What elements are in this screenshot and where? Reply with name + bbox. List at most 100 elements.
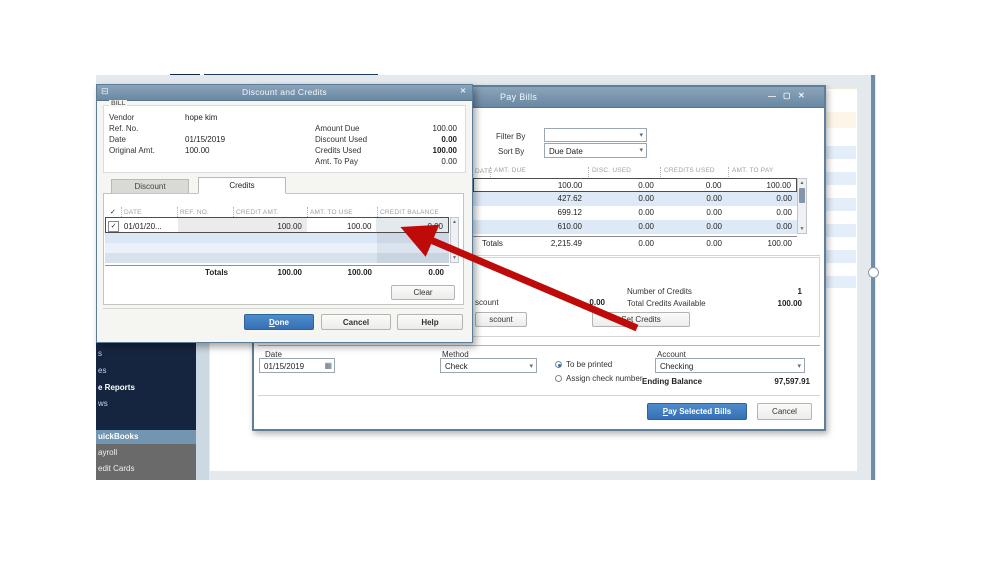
scroll-down-icon[interactable]: ▼ bbox=[451, 255, 458, 261]
totals-amt-to-use: 100.00 bbox=[347, 268, 372, 277]
resize-handle[interactable] bbox=[868, 267, 879, 278]
tab-discount[interactable]: Discount bbox=[111, 179, 189, 194]
help-button[interactable]: Help bbox=[397, 314, 463, 330]
credit-row-checkbox[interactable]: ✓ bbox=[108, 221, 119, 232]
credits-scrollbar[interactable]: ▲ ▼ bbox=[450, 217, 459, 263]
column-header-amt-to-use[interactable]: AMT. TO USE bbox=[307, 207, 377, 217]
credit-row-selected[interactable]: ✓ 01/01/20... 100.00 100.00 0.00 bbox=[105, 217, 449, 233]
sidebar-item-quickbooks[interactable]: uickBooks bbox=[96, 430, 196, 444]
dialog-cancel-button[interactable]: Cancel bbox=[321, 314, 391, 330]
bill-row[interactable]: 610.00 0.00 0.00 0.00 bbox=[473, 220, 797, 234]
set-discount-button[interactable]: scount bbox=[475, 312, 527, 327]
sidebar-item-payroll[interactable]: ayroll bbox=[98, 448, 117, 457]
column-header-disc-used[interactable]: DISC. USED bbox=[588, 167, 631, 177]
sidebar-item[interactable]: s bbox=[98, 349, 102, 358]
chevron-down-icon: ▾ bbox=[529, 363, 533, 370]
credits-used-cell: 0.00 bbox=[706, 194, 722, 203]
scroll-up-icon[interactable]: ▲ bbox=[451, 219, 458, 225]
vendor-value: hope kim bbox=[185, 113, 218, 122]
credit-amt-cell: 100.00 bbox=[233, 218, 307, 232]
sidebar-item-credit-cards[interactable]: edit Cards bbox=[98, 464, 134, 473]
to-be-printed-radio[interactable] bbox=[555, 361, 562, 368]
to-be-printed-label: To be printed bbox=[566, 360, 613, 369]
column-header-credits-used[interactable]: CREDITS USED bbox=[660, 167, 715, 177]
bills-scrollbar[interactable]: ▲ ▼ bbox=[797, 178, 807, 234]
payment-date-field[interactable]: 01/15/2019 ▦ bbox=[259, 358, 335, 373]
scroll-down-icon[interactable]: ▼ bbox=[798, 226, 806, 232]
done-button[interactable]: Done bbox=[244, 314, 314, 330]
column-header-amt-due[interactable]: AMT. DUE bbox=[490, 167, 526, 177]
bill-row-selected[interactable]: 100.00 0.00 0.00 100.00 bbox=[473, 178, 797, 192]
payment-date-value: 01/15/2019 bbox=[264, 362, 305, 371]
method-dropdown[interactable]: Check ▾ bbox=[440, 358, 537, 373]
amt-to-use-cell[interactable]: 100.00 bbox=[307, 218, 377, 232]
original-amt-value: 100.00 bbox=[185, 146, 210, 155]
close-icon[interactable]: ✕ bbox=[798, 91, 805, 100]
bill-row[interactable]: 427.62 0.00 0.00 0.00 bbox=[473, 192, 797, 206]
method-value: Check bbox=[445, 362, 468, 371]
column-header-credit-balance[interactable]: CREDIT BALANCE bbox=[377, 207, 449, 217]
ending-balance-value: 97,597.91 bbox=[774, 377, 810, 386]
column-header-amt-to-pay[interactable]: AMT. TO PAY bbox=[728, 167, 773, 177]
dialog-titlebar[interactable]: ⊟ Discount and Credits ✕ bbox=[97, 85, 472, 101]
checkmark-icon: ✓ bbox=[109, 209, 117, 216]
column-header-credit-amt[interactable]: CREDIT AMT. bbox=[233, 207, 307, 217]
column-header-date[interactable]: DATE bbox=[121, 207, 177, 217]
totals-credit-balance: 0.00 bbox=[428, 268, 444, 277]
amt-due-cell: 610.00 bbox=[557, 222, 582, 231]
discount-used-label: Discount Used bbox=[315, 135, 368, 144]
sort-by-value: Due Date bbox=[549, 147, 583, 156]
scrollbar-thumb[interactable] bbox=[799, 188, 805, 203]
credits-totals-row: Totals 100.00 100.00 0.00 bbox=[105, 265, 449, 279]
vendor-label: Vendor bbox=[109, 113, 135, 122]
close-icon[interactable]: ✕ bbox=[460, 87, 466, 95]
credits-used-label: Credits Used bbox=[315, 146, 362, 155]
sort-by-dropdown[interactable]: Due Date ▾ bbox=[544, 143, 647, 158]
background-table-row bbox=[822, 112, 856, 128]
amt-due-cell: 100.00 bbox=[557, 181, 583, 190]
disc-used-cell: 0.00 bbox=[638, 222, 654, 231]
disc-used-cell: 0.00 bbox=[638, 194, 654, 203]
discount-label-fragment: scount bbox=[475, 298, 499, 307]
filter-by-label: Filter By bbox=[496, 132, 526, 141]
discount-used-value: 0.00 bbox=[441, 135, 457, 144]
clear-button[interactable]: Clear bbox=[391, 285, 455, 300]
pay-bills-cancel-button[interactable]: Cancel bbox=[757, 403, 812, 420]
credit-row-empty bbox=[105, 253, 449, 263]
divider bbox=[258, 345, 820, 346]
pay-selected-bills-button[interactable]: Pay Selected Bills bbox=[647, 403, 747, 420]
divider bbox=[458, 255, 820, 256]
filter-by-dropdown[interactable]: ▾ bbox=[544, 128, 647, 142]
sidebar-item[interactable]: es bbox=[98, 366, 106, 375]
sidebar-item[interactable]: ws bbox=[98, 399, 108, 408]
bill-section-label: BILL bbox=[109, 100, 128, 107]
column-header-ref-no[interactable]: REF. NO. bbox=[177, 207, 233, 217]
sort-by-label: Sort By bbox=[498, 147, 525, 156]
amt-to-pay-cell: 0.00 bbox=[776, 194, 792, 203]
scroll-up-icon[interactable]: ▲ bbox=[798, 180, 806, 186]
tab-credits[interactable]: Credits bbox=[198, 177, 286, 194]
disc-used-cell: 0.00 bbox=[638, 208, 654, 217]
divider bbox=[103, 308, 464, 309]
chevron-down-icon: ▾ bbox=[797, 363, 801, 370]
ref-no-label: Ref. No. bbox=[109, 124, 139, 133]
disc-used-cell: 0.00 bbox=[638, 181, 654, 190]
dialog-title: Discount and Credits bbox=[242, 87, 327, 97]
maximize-icon[interactable]: ▢ bbox=[783, 91, 791, 100]
minimize-icon[interactable]: — bbox=[768, 92, 776, 101]
credit-balance-cell: 0.00 bbox=[376, 218, 449, 232]
sidebar-item-reports[interactable]: e Reports bbox=[98, 383, 135, 392]
bill-date-label: Date bbox=[109, 135, 126, 144]
account-dropdown[interactable]: Checking ▾ bbox=[655, 358, 805, 373]
discount-value: 0.00 bbox=[589, 298, 605, 307]
pay-bills-title: Pay Bills bbox=[500, 92, 538, 102]
set-credits-button[interactable]: Set Credits bbox=[592, 312, 690, 327]
totals-amt-due: 2,215.49 bbox=[550, 239, 582, 248]
amt-to-pay-value: 0.00 bbox=[441, 157, 457, 166]
original-amt-label: Original Amt. bbox=[109, 146, 155, 155]
calendar-icon[interactable]: ▦ bbox=[324, 361, 332, 370]
credits-totals-label: Totals bbox=[205, 268, 228, 277]
ending-balance-label: Ending Balance bbox=[642, 377, 703, 386]
bill-row[interactable]: 699.12 0.00 0.00 0.00 bbox=[473, 206, 797, 220]
assign-check-number-radio[interactable] bbox=[555, 375, 562, 382]
